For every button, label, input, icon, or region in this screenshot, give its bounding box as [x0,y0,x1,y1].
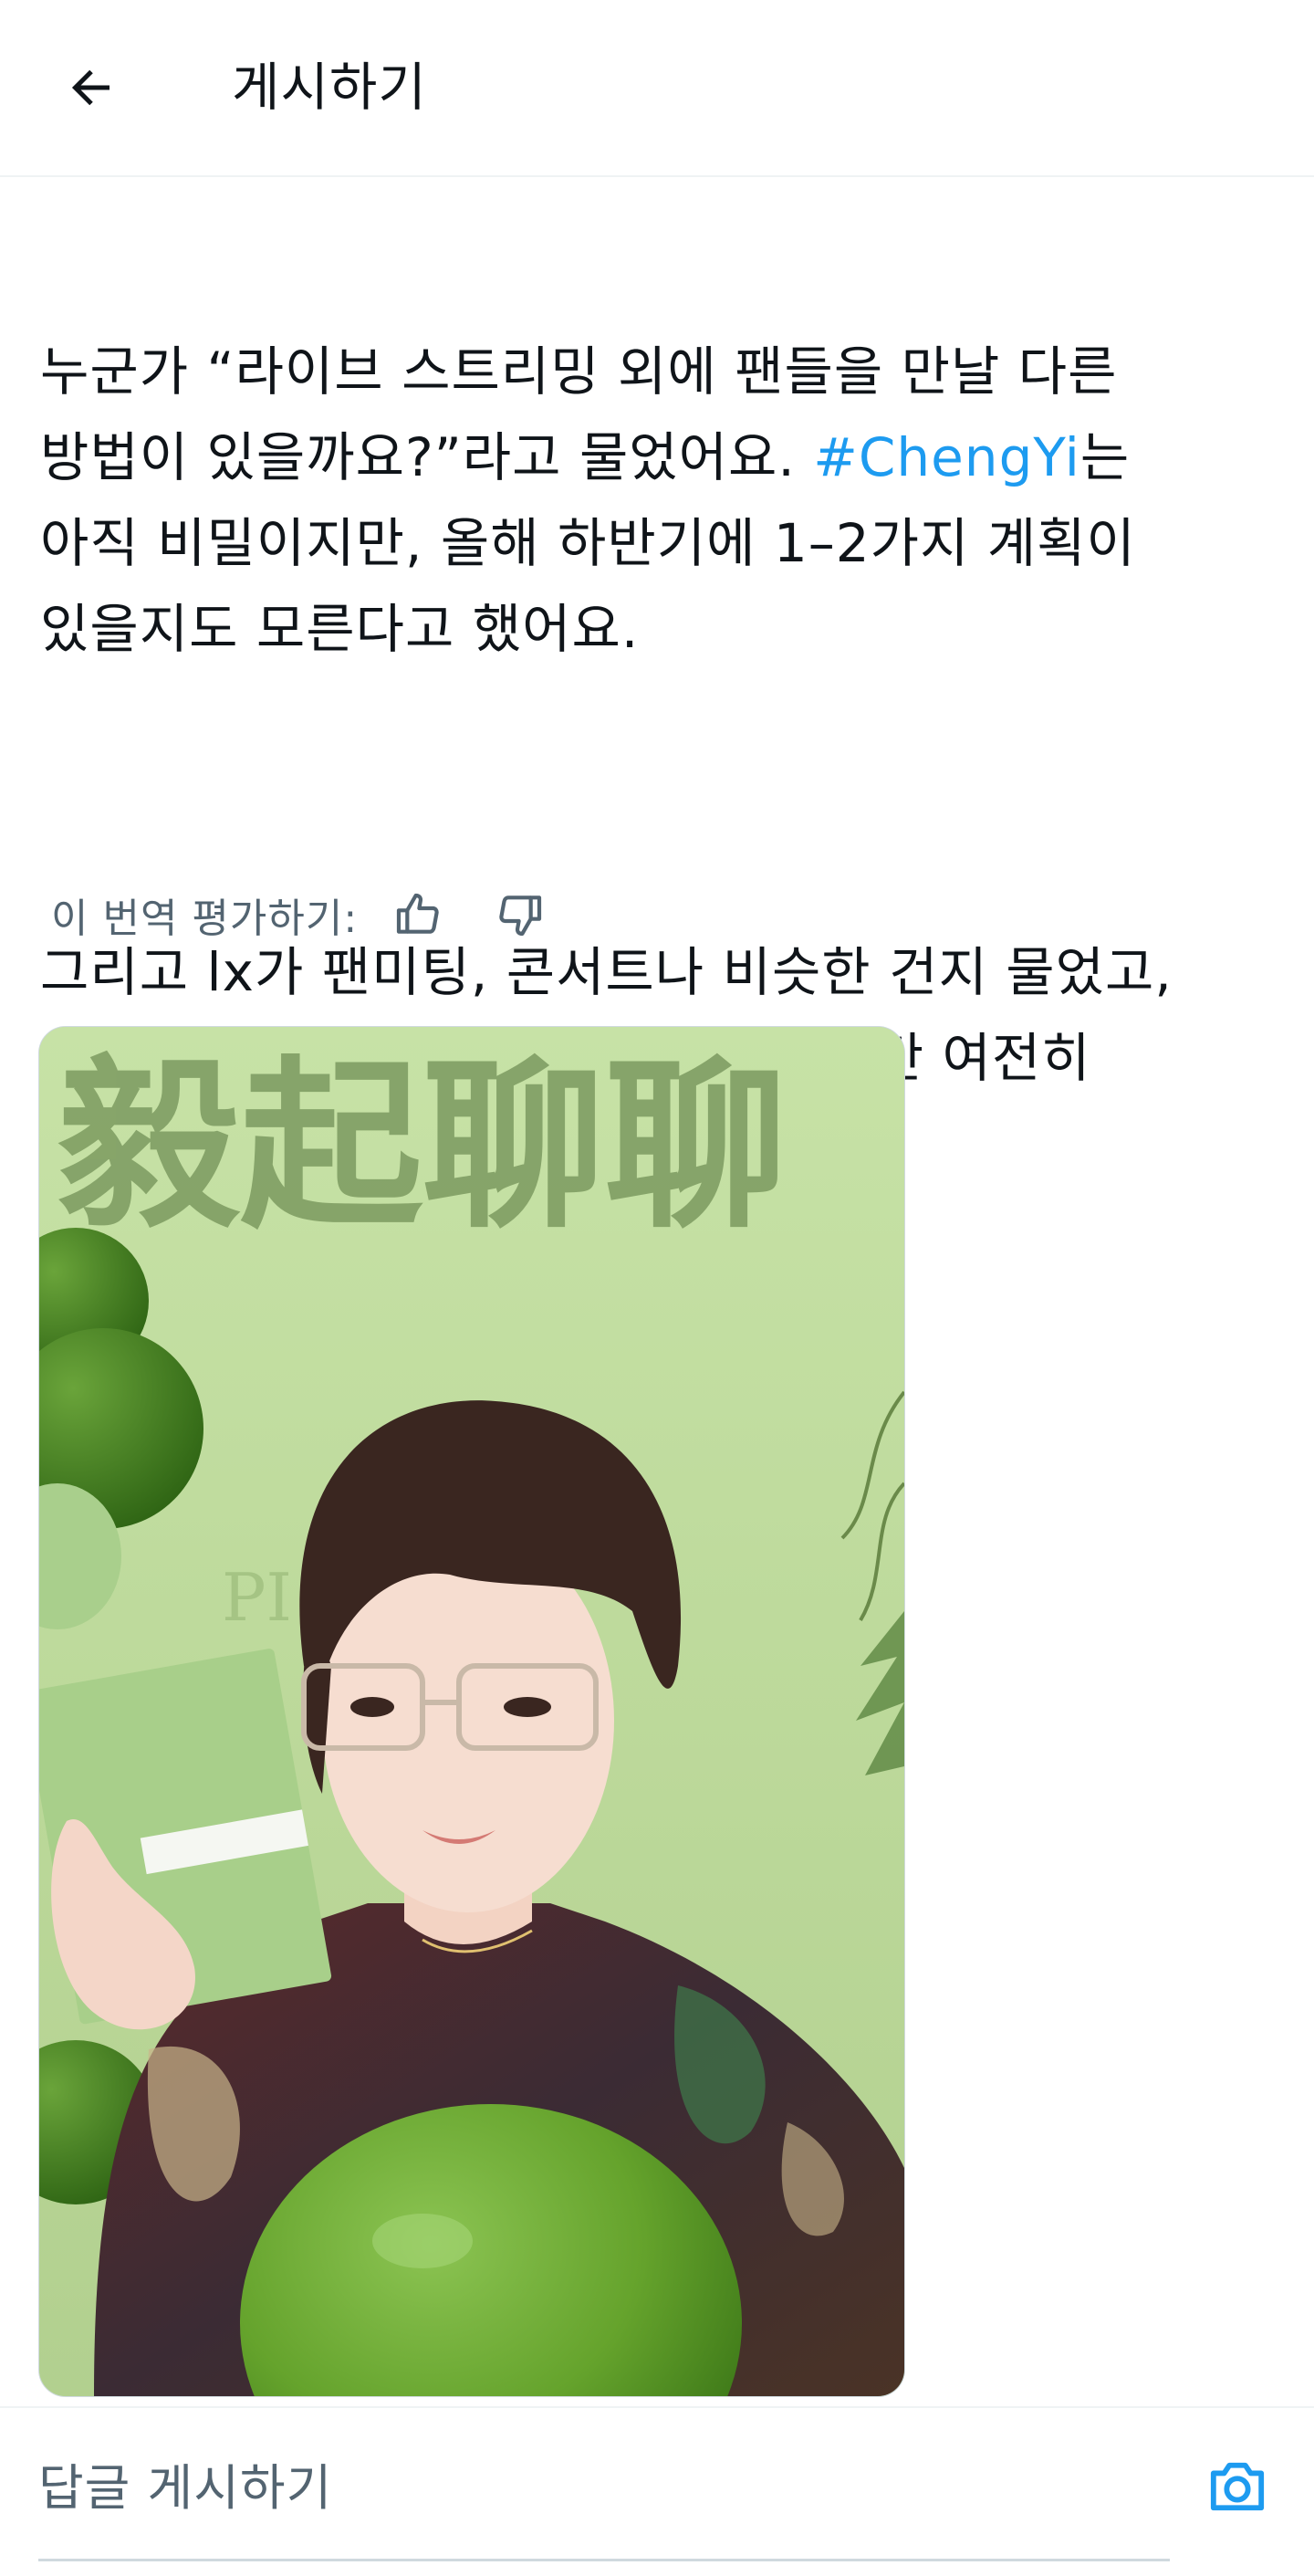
thumbs-down-button[interactable] [487,882,553,948]
media-banner-text: 毅起聊聊 [57,1041,787,1253]
thumbs-down-icon [499,895,542,937]
rate-translation: 이 번역 평가하기: [51,882,589,948]
top-app-bar: 게시하기 [0,0,1314,177]
reply-bar: 답글 게시하기 [0,2406,1314,2576]
thumbs-up-button[interactable] [385,882,451,948]
hashtag-link[interactable]: #ChengYi [813,426,1080,488]
media-image: PI DAY 毅起聊聊 [39,1027,904,2396]
tweet-media[interactable]: PI DAY 毅起聊聊 [38,1026,905,2397]
tweet-paragraph-1: 누군가 “라이브 스트리밍 외에 팬들을 만날 다른 방법이 있을까요?”라고 … [40,329,1281,672]
back-button[interactable] [36,44,146,131]
camera-icon [1210,2462,1265,2511]
thumbs-up-icon [397,893,439,934]
arrow-left-icon [71,69,110,106]
page-title: 게시하기 [232,58,427,118]
rate-translation-label: 이 번역 평가하기: [51,895,359,942]
reply-input[interactable]: 답글 게시하기 [38,2408,1170,2561]
camera-button[interactable] [1195,2446,1279,2527]
